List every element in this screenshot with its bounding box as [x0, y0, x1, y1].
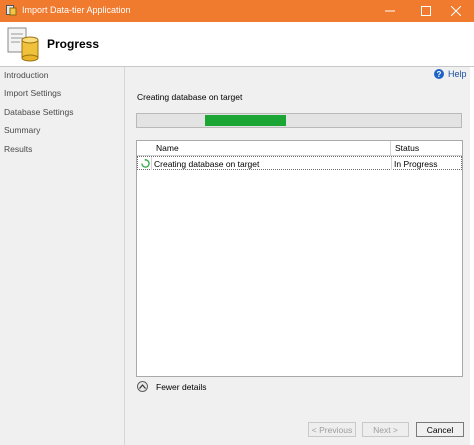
app-icon	[6, 5, 17, 16]
help-link[interactable]: ? Help	[434, 69, 467, 79]
wizard-sidebar	[0, 67, 124, 445]
minimize-button[interactable]	[372, 0, 408, 22]
minimize-icon	[385, 10, 395, 12]
sidebar-item-import-settings[interactable]: Import Settings	[4, 88, 61, 98]
progress-bar-fill	[205, 115, 286, 126]
row-separator	[391, 157, 392, 170]
row-status: In Progress	[394, 159, 438, 169]
row-separator	[151, 157, 152, 170]
fewer-details-label: Fewer details	[156, 381, 207, 392]
progress-status-text: Creating database on target	[137, 92, 243, 102]
previous-button[interactable]: < Previous	[308, 422, 356, 437]
close-button[interactable]	[438, 0, 474, 22]
help-icon: ?	[434, 69, 444, 79]
sidebar-item-summary[interactable]: Summary	[4, 125, 40, 135]
sidebar-item-results[interactable]: Results	[4, 144, 32, 154]
column-header-status[interactable]: Status	[395, 143, 419, 153]
table-row[interactable]: Creating database on target In Progress	[137, 156, 462, 170]
window-title: Import Data-tier Application	[22, 5, 131, 15]
row-name: Creating database on target	[154, 159, 260, 169]
column-separator	[390, 141, 391, 155]
in-progress-spinner-icon	[141, 159, 150, 168]
table-header: Name Status	[137, 141, 462, 156]
help-label: Help	[448, 69, 467, 79]
progress-table: Name Status Creating database on target …	[136, 140, 463, 377]
close-icon	[451, 6, 461, 16]
sidebar-item-database-settings[interactable]: Database Settings	[4, 107, 73, 117]
wizard-header: Progress	[0, 22, 474, 66]
fewer-details-toggle[interactable]: Fewer details	[137, 381, 207, 392]
sidebar-item-introduction[interactable]: Introduction	[4, 70, 48, 80]
column-header-name[interactable]: Name	[156, 143, 179, 153]
next-button[interactable]: Next >	[362, 422, 409, 437]
cancel-button[interactable]: Cancel	[416, 422, 464, 437]
page-title: Progress	[47, 37, 100, 51]
collapse-up-icon	[137, 381, 148, 392]
title-bar: Import Data-tier Application	[0, 0, 474, 22]
progress-bar	[136, 113, 462, 128]
maximize-icon	[421, 6, 431, 16]
wizard-database-icon	[7, 27, 39, 62]
